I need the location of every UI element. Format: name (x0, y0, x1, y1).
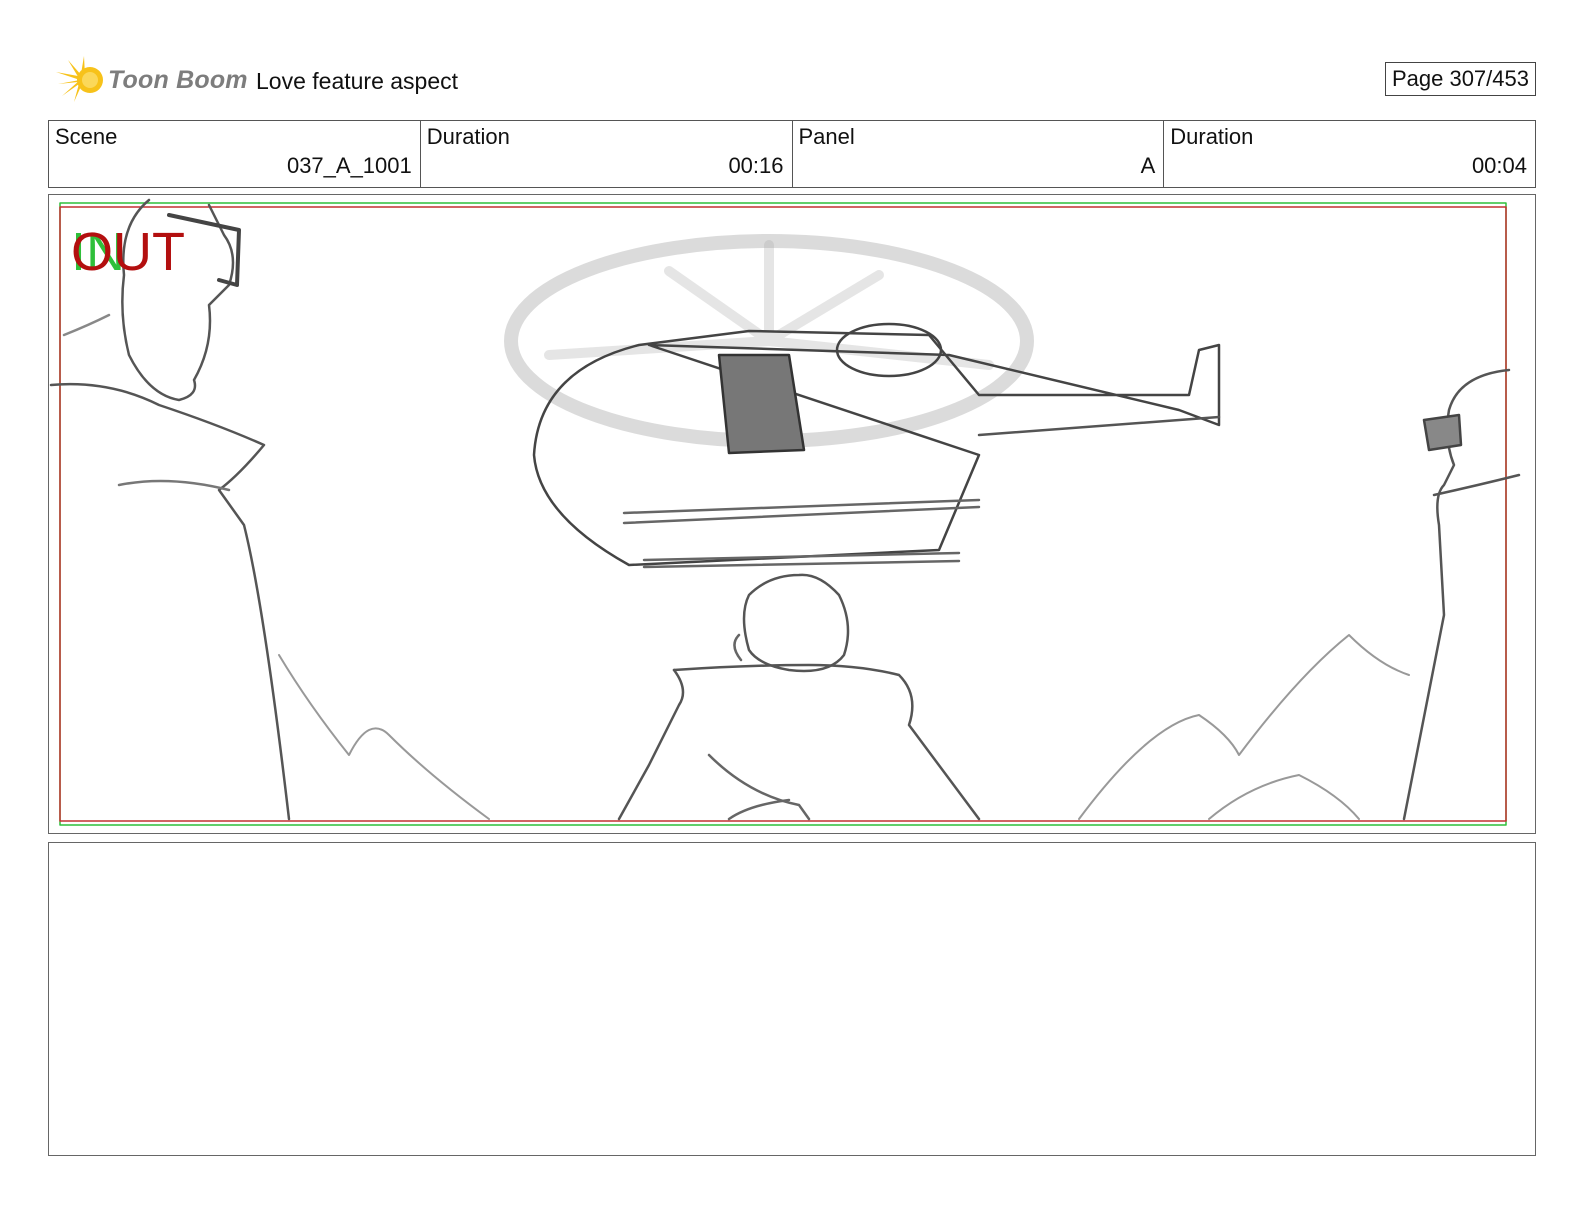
logo-wordmark: Toon Boom (108, 66, 248, 94)
storyboard-panel: IN OUT (48, 194, 1536, 834)
scene-duration-value: 00:16 (728, 153, 784, 178)
out-marker: OUT (71, 222, 185, 282)
panel-duration-value: 00:04 (1471, 153, 1527, 178)
panel-notes-box[interactable] (48, 842, 1536, 1156)
page-indicator: Page 307/453 (1384, 62, 1536, 96)
scene-duration-label: Duration (426, 124, 510, 149)
panel-cell: Panel A (793, 121, 1165, 187)
right-character-sketch (1402, 368, 1521, 821)
toon-boom-logo: Toon Boom (52, 54, 248, 106)
page-header: Toon Boom Love feature aspect Page 307/4… (48, 54, 1536, 106)
scene-value: 037_A_1001 (286, 153, 412, 178)
center-character-sketch (617, 573, 981, 821)
helicopter-sketch (532, 322, 1221, 569)
panel-sketch (49, 198, 1521, 826)
scene-cell: Scene 037_A_1001 (49, 121, 421, 187)
background-hills-sketch (278, 634, 1410, 820)
scene-label: Scene (55, 124, 118, 149)
panel-duration-label: Duration (1170, 124, 1254, 149)
scene-duration-cell: Duration 00:16 (421, 121, 793, 187)
panel-value: A (1140, 153, 1156, 178)
panel-duration-cell: Duration 00:04 (1164, 121, 1535, 187)
logo-star-icon (56, 56, 103, 102)
safe-frame (59, 202, 1507, 826)
panel-label: Panel (798, 124, 855, 149)
left-character-sketch (49, 198, 291, 821)
scene-info-table: Scene 037_A_1001 Duration 00:16 Panel A … (48, 120, 1536, 188)
project-title: Love feature aspect (256, 68, 459, 94)
